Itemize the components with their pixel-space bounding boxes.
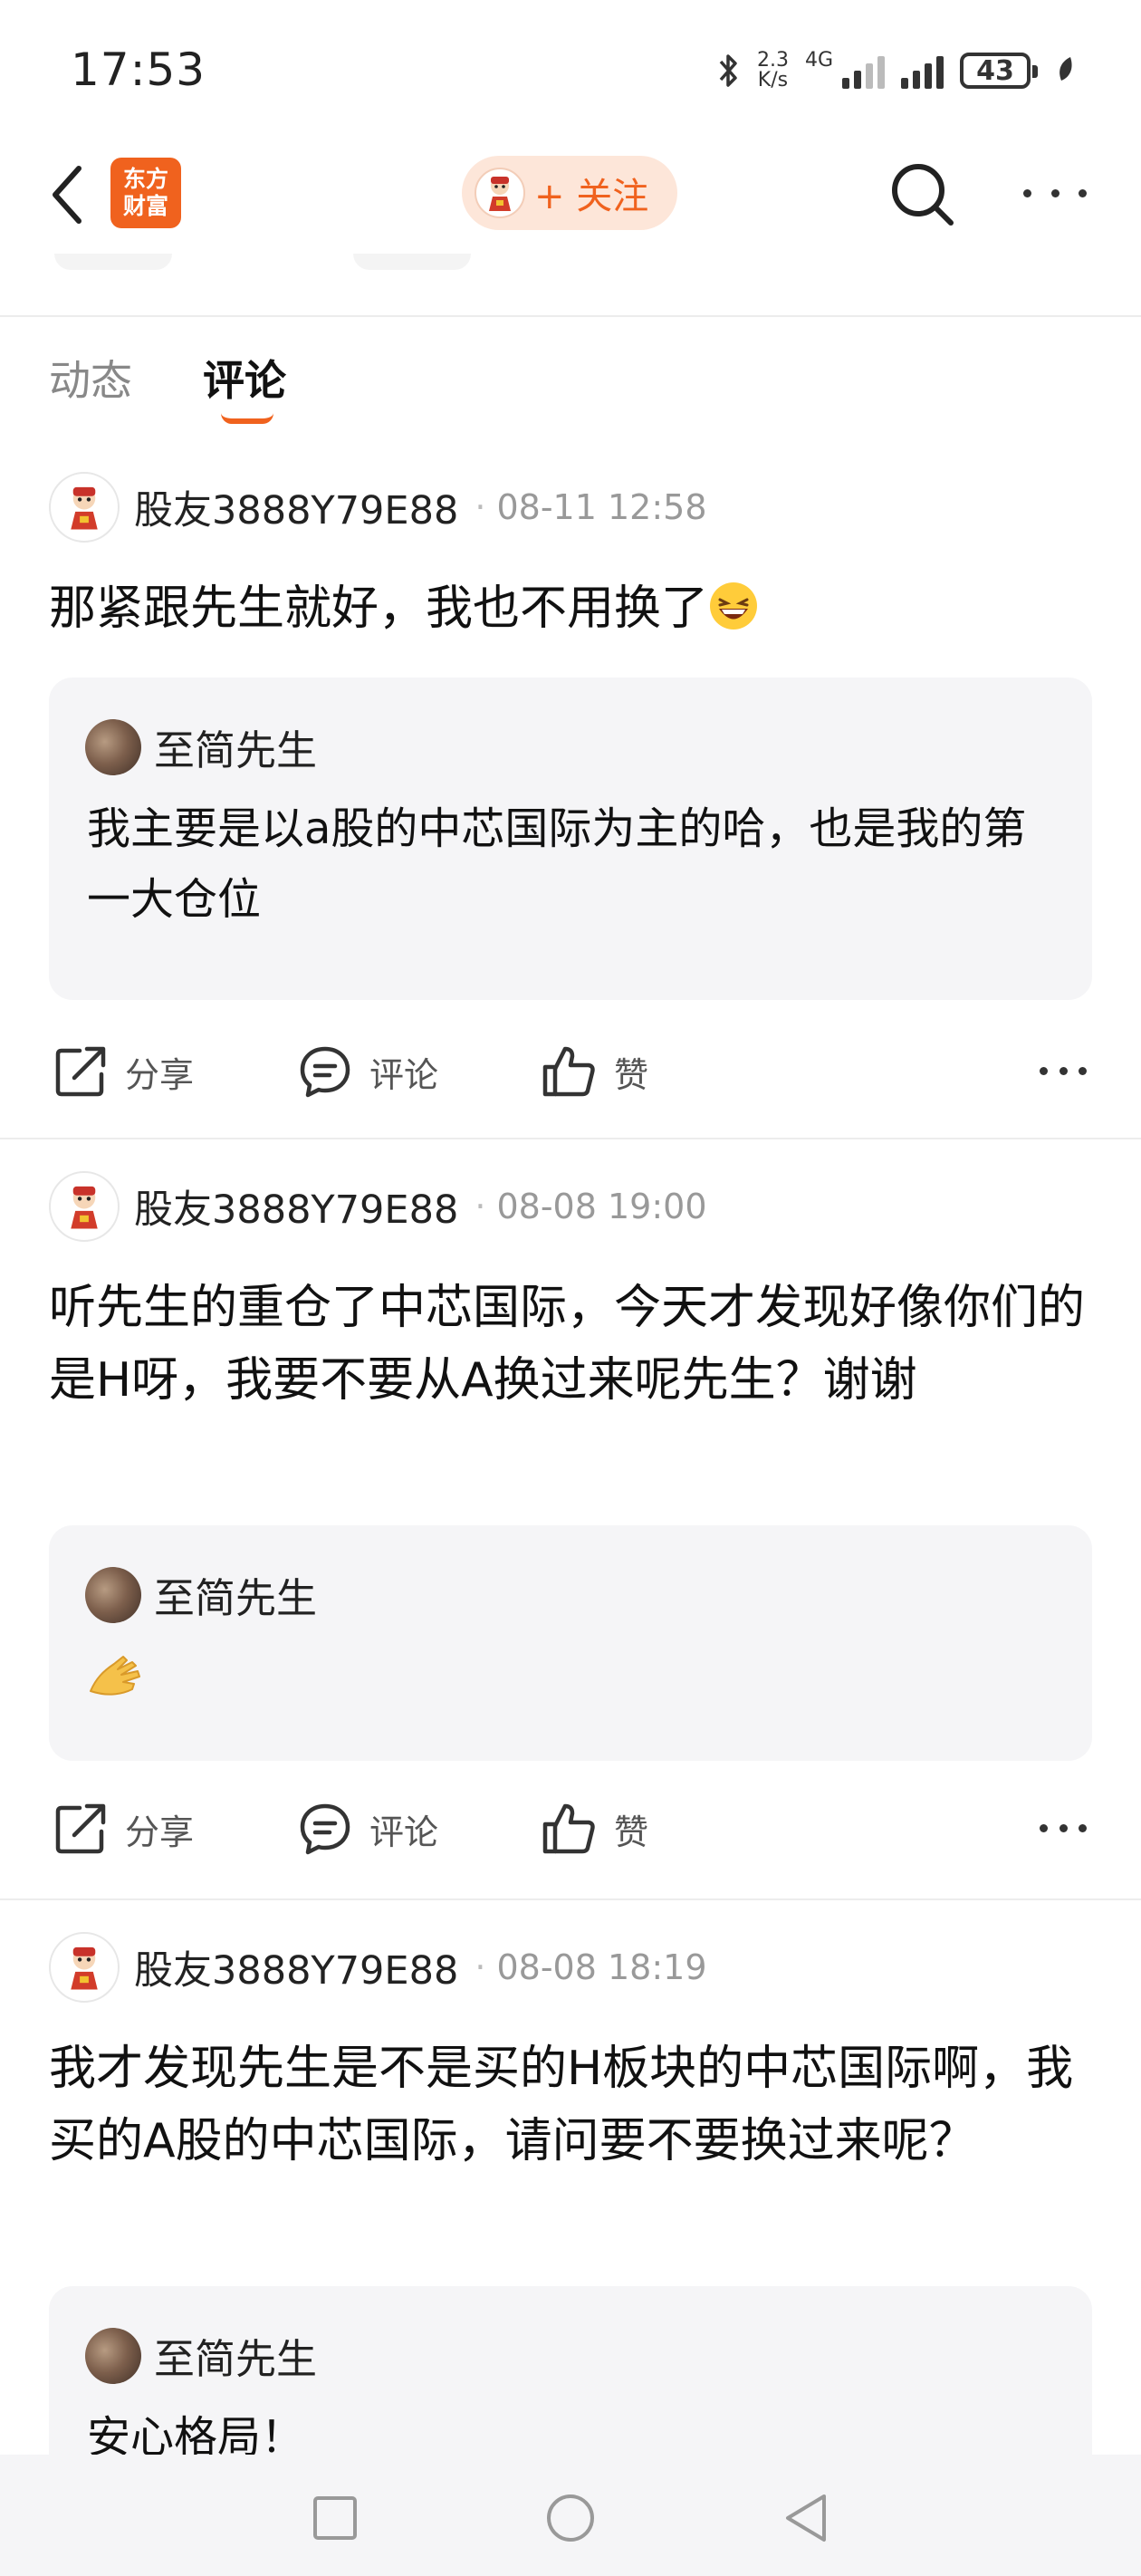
reply-text: 安心格局！: [87, 2412, 305, 2455]
tab-dynamic[interactable]: 动态: [49, 348, 132, 408]
search-button[interactable]: [886, 158, 958, 230]
comment-card: 股友3888Y79E88 08-08 18:19 我才发现先生是不是买的H板块的…: [0, 1931, 1141, 2455]
signal-icon: [901, 53, 944, 89]
back-button[interactable]: [45, 163, 91, 226]
comment-card: 股友3888Y79E88 08-08 19:00 听先生的重仓了中芯国际，今天才…: [0, 1170, 1141, 1900]
follow-label: + 关注: [534, 176, 649, 217]
reply-box[interactable]: 至简先生 安心格局！: [49, 2286, 1092, 2455]
comment-actions: 分享 评论 赞: [0, 1788, 1141, 1870]
comment-text: 我才发现先生是不是买的H板块的中芯国际啊，我买的A股的中芯国际，请问要不要换过来…: [49, 2042, 1074, 2168]
like-button[interactable]: 赞: [542, 1031, 648, 1112]
header-remnants: [0, 254, 1141, 317]
system-nav-bar: [0, 2455, 1141, 2576]
comment-button[interactable]: 评论: [297, 1031, 438, 1112]
reply-box[interactable]: 至简先生 我主要是以a股的中芯国际为主的哈，也是我的第一大仓位: [49, 678, 1092, 1000]
share-button[interactable]: 分享: [53, 1031, 194, 1112]
comment-actions: 分享 评论 赞: [0, 1031, 1141, 1112]
reply-username[interactable]: 至简先生: [154, 2326, 317, 2385]
signal-icon: [842, 53, 885, 89]
follow-button[interactable]: + 关注: [462, 156, 677, 230]
more-options-icon[interactable]: [1040, 1067, 1087, 1075]
laughing-emoji-icon: [710, 582, 758, 630]
comment-card: 股友3888Y79E88 08-11 12:58 那紧跟先生就好，我也不用换了 …: [0, 471, 1141, 1141]
divider: [0, 1898, 1141, 1900]
net-speed: 2.3 K/s: [756, 49, 789, 91]
god-of-wealth-avatar: [475, 168, 525, 218]
top-nav-bar: 东方 财富 + 关注: [0, 136, 1141, 254]
app-logo[interactable]: 东方 财富: [110, 158, 181, 228]
active-tab-indicator: [221, 413, 273, 424]
tab-comments[interactable]: 评论: [203, 348, 286, 408]
battery-icon: 43: [960, 53, 1038, 89]
share-button[interactable]: 分享: [53, 1788, 194, 1870]
status-time: 17:53: [71, 43, 206, 96]
more-options-icon[interactable]: [1040, 1824, 1087, 1832]
comment-time: 08-11 12:58: [475, 487, 706, 527]
comment-username[interactable]: 股友3888Y79E88: [134, 1939, 458, 1995]
search-icon: [892, 164, 954, 226]
reply-avatar: [85, 2327, 141, 2384]
reply-text: 我主要是以a股的中芯国际为主的哈，也是我的第一大仓位: [87, 803, 1027, 925]
status-icons: 2.3 K/s 4G 43: [717, 45, 1076, 96]
thumbs-up-icon: [542, 1046, 595, 1097]
leaf-icon: [1056, 55, 1076, 86]
comment-text: 听先生的重仓了中芯国际，今天才发现好像你们的是H呀，我要不要从A换过来呢先生？谢…: [49, 1281, 1086, 1408]
reply-avatar: [85, 718, 141, 775]
network-type: 4G: [804, 49, 833, 72]
divider: [0, 1138, 1141, 1139]
comment-text: 那紧跟先生就好，我也不用换了: [49, 572, 1099, 645]
avatar[interactable]: [49, 472, 120, 543]
avatar[interactable]: [49, 1932, 120, 2003]
comment-icon: [300, 1803, 350, 1855]
like-button[interactable]: 赞: [542, 1788, 648, 1870]
comment-icon: [300, 1046, 350, 1098]
avatar[interactable]: [49, 1171, 120, 1242]
reply-username[interactable]: 至简先生: [154, 1565, 317, 1624]
reply-username[interactable]: 至简先生: [154, 717, 317, 776]
comment-time: 08-08 18:19: [475, 1947, 706, 1987]
more-icon[interactable]: [1023, 179, 1087, 207]
reply-avatar: [85, 1566, 141, 1623]
comment-time: 08-08 19:00: [475, 1187, 706, 1226]
tabs: 动态 评论: [0, 319, 1141, 428]
bluetooth-icon: [717, 53, 741, 89]
thumbs-up-icon: [542, 1803, 595, 1854]
status-bar: 17:53 2.3 K/s 4G 43: [0, 0, 1141, 136]
back-nav-icon[interactable]: [779, 2491, 833, 2545]
home-icon[interactable]: [543, 2491, 598, 2545]
reply-text: [87, 1648, 1065, 1719]
recents-icon[interactable]: [308, 2491, 362, 2545]
comment-username[interactable]: 股友3888Y79E88: [134, 479, 458, 535]
back-icon: [53, 166, 82, 224]
comment-button[interactable]: 评论: [297, 1788, 438, 1870]
ok-hand-emoji-icon: [90, 1656, 140, 1696]
comment-username[interactable]: 股友3888Y79E88: [134, 1178, 458, 1235]
share-icon: [55, 1046, 106, 1097]
share-icon: [55, 1803, 106, 1854]
reply-box[interactable]: 至简先生: [49, 1525, 1092, 1761]
